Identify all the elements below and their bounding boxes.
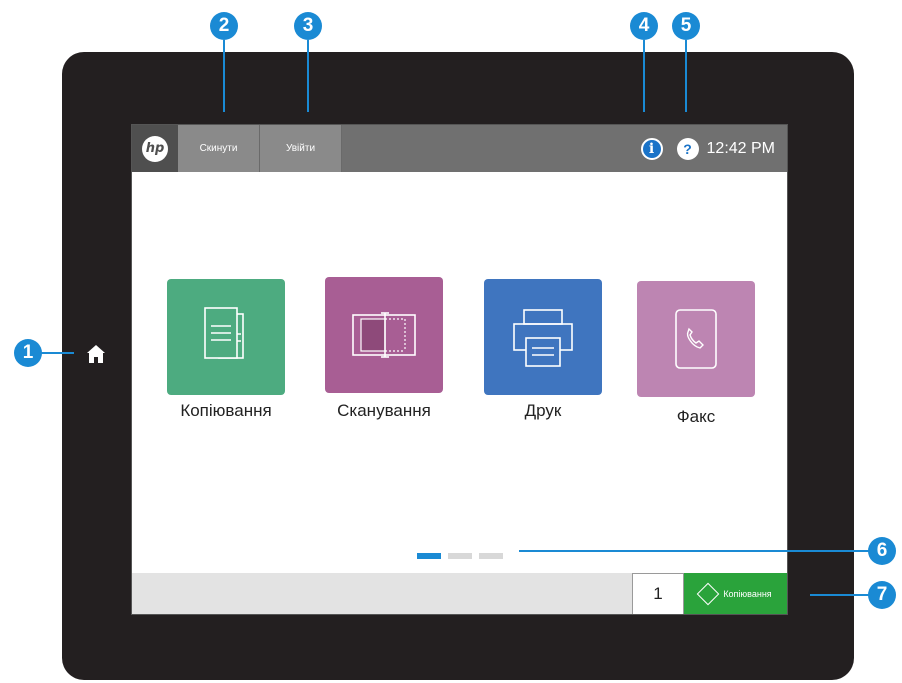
callout-line-1 — [40, 352, 74, 354]
start-copy-label: Копіювання — [723, 589, 772, 599]
page-dot-3[interactable] — [479, 553, 503, 559]
reset-button[interactable]: Скинути — [178, 125, 260, 172]
touchscreen: hp Скинути Увійти i ? 12:42 PM Копіюванн… — [131, 124, 788, 615]
print-tile[interactable] — [484, 279, 602, 395]
callout-line-2 — [223, 40, 225, 112]
callout-line-5 — [685, 40, 687, 112]
sign-in-button[interactable]: Увійти — [260, 125, 342, 172]
copies-count-field[interactable]: 1 — [632, 573, 684, 614]
callout-7: 7 — [868, 581, 896, 609]
copy-tile[interactable] — [167, 279, 285, 395]
copy-tile-label: Копіювання — [180, 401, 272, 420]
callout-line-7 — [810, 594, 871, 596]
hp-logo: hp — [132, 125, 178, 172]
callout-2: 2 — [210, 12, 238, 40]
start-icon — [696, 582, 720, 606]
callout-line-4 — [643, 40, 645, 112]
page-dot-1[interactable] — [417, 553, 441, 559]
scan-tile-label: Сканування — [337, 401, 431, 420]
hp-logo-mark: hp — [142, 135, 168, 162]
scan-tile[interactable] — [325, 277, 443, 393]
fax-tile[interactable] — [637, 281, 755, 397]
page-dot-2[interactable] — [448, 553, 472, 559]
callout-line-3 — [307, 40, 309, 112]
copy-icon — [204, 307, 244, 359]
callout-5: 5 — [672, 12, 700, 40]
print-icon — [513, 309, 573, 367]
callout-line-6 — [519, 550, 871, 552]
callout-3: 3 — [294, 12, 322, 40]
print-tile-label: Друк — [524, 401, 562, 420]
callout-4: 4 — [630, 12, 658, 40]
home-icon[interactable] — [86, 344, 106, 364]
fax-tile-label: Факс — [676, 407, 716, 426]
help-icon[interactable]: ? — [676, 137, 699, 160]
page-indicator[interactable] — [417, 553, 503, 559]
start-copy-button[interactable]: Копіювання — [684, 573, 787, 614]
bottom-bar: 1 Копіювання — [132, 573, 787, 614]
callout-6: 6 — [868, 537, 896, 565]
info-icon[interactable]: i — [640, 137, 663, 160]
callout-1: 1 — [14, 339, 42, 367]
fax-icon — [675, 309, 717, 369]
scan-icon — [352, 312, 416, 358]
top-bar: hp Скинути Увійти i ? 12:42 PM — [132, 125, 787, 172]
clock: 12:42 PM — [706, 139, 775, 157]
